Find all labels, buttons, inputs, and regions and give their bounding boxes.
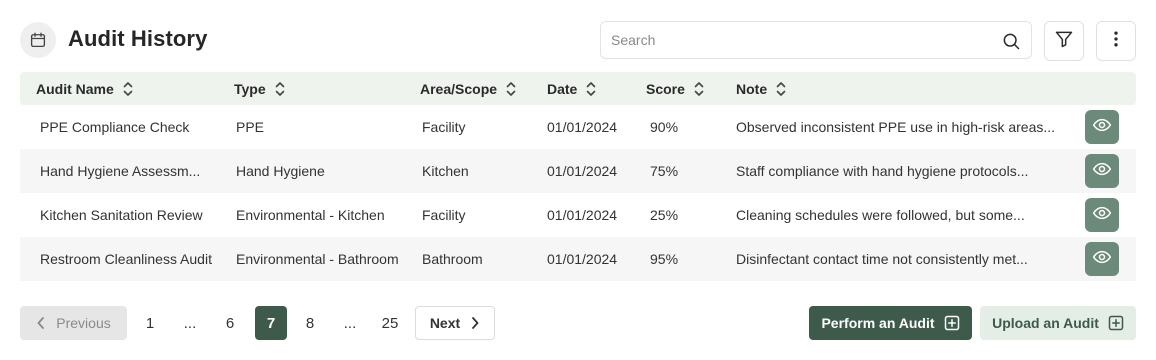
date-cell: 01/01/2024 [547, 119, 618, 135]
score-cell: 25% [650, 207, 679, 223]
score-cell: 90% [650, 119, 679, 135]
eye-icon [1092, 159, 1112, 184]
audit-name-cell: Hand Hygiene Assessm... [40, 163, 201, 179]
next-button[interactable]: Next [415, 306, 495, 340]
area-cell: Facility [422, 119, 466, 135]
eye-icon [1092, 203, 1112, 228]
table-row: PPE Compliance Check PPE Facility 01/01/… [20, 105, 1136, 149]
column-header-score[interactable]: Score [646, 72, 704, 105]
previous-button[interactable]: Previous [20, 306, 127, 340]
next-label: Next [429, 315, 461, 331]
note-cell: Observed inconsistent PPE use in high-ri… [736, 119, 1056, 135]
page-8[interactable]: 8 [300, 306, 320, 340]
filter-button[interactable] [1044, 21, 1084, 61]
column-label: Score [646, 80, 685, 97]
table-row: Hand Hygiene Assessm... Hand Hygiene Kit… [20, 149, 1136, 193]
search-input[interactable] [611, 30, 991, 50]
type-cell: Environmental - Kitchen [236, 207, 385, 223]
perform-audit-label: Perform an Audit [821, 315, 935, 331]
previous-label: Previous [56, 315, 111, 331]
perform-audit-button[interactable]: Perform an Audit [809, 306, 972, 340]
column-header-audit-name[interactable]: Audit Name [36, 72, 133, 105]
date-cell: 01/01/2024 [547, 207, 618, 223]
score-cell: 75% [650, 163, 679, 179]
filter-icon [1054, 29, 1074, 54]
column-label: Audit Name [36, 80, 114, 97]
audit-name-cell: PPE Compliance Check [40, 119, 190, 135]
view-button[interactable] [1085, 110, 1119, 144]
type-cell: Environmental - Bathroom [236, 251, 399, 267]
sort-icon[interactable] [506, 81, 516, 97]
date-cell: 01/01/2024 [547, 251, 618, 267]
search-icon[interactable] [1001, 31, 1021, 56]
view-button[interactable] [1085, 154, 1119, 188]
sort-icon[interactable] [586, 81, 596, 97]
search-box[interactable] [600, 21, 1032, 59]
sort-icon[interactable] [275, 81, 285, 97]
column-label: Type [234, 80, 266, 97]
page-title: Audit History [68, 26, 208, 51]
page-25[interactable]: 25 [378, 306, 402, 340]
area-cell: Facility [422, 207, 466, 223]
chevron-right-icon [460, 316, 480, 330]
column-header-note[interactable]: Note [736, 72, 786, 105]
column-header-type[interactable]: Type [234, 72, 285, 105]
note-cell: Cleaning schedules were followed, but so… [736, 207, 1025, 223]
table-row: Kitchen Sanitation Review Environmental … [20, 193, 1136, 237]
page-1[interactable]: 1 [140, 306, 160, 340]
eye-icon [1092, 115, 1112, 140]
area-cell: Kitchen [422, 163, 469, 179]
column-header-area-scope[interactable]: Area/Scope [420, 72, 516, 105]
eye-icon [1092, 247, 1112, 272]
page-ellipsis: ... [183, 314, 197, 332]
area-cell: Bathroom [422, 251, 483, 267]
audit-name-cell: Restroom Cleanliness Audit [40, 251, 212, 267]
page-header: Audit History [20, 21, 1136, 61]
plus-square-icon [1099, 315, 1124, 331]
page-7-current[interactable]: 7 [255, 306, 287, 340]
date-cell: 01/01/2024 [547, 163, 618, 179]
more-vertical-icon [1106, 29, 1126, 54]
score-cell: 95% [650, 251, 679, 267]
type-cell: Hand Hygiene [236, 163, 325, 179]
column-label: Date [547, 80, 578, 97]
audit-table: Audit Name Type Area/Scope Date Score No… [20, 72, 1136, 281]
page-6[interactable]: 6 [220, 306, 240, 340]
chevron-left-icon [36, 316, 56, 330]
column-header-date[interactable]: Date [547, 72, 596, 105]
column-label: Note [736, 80, 768, 97]
page-ellipsis: ... [343, 314, 357, 332]
table-header-row: Audit Name Type Area/Scope Date Score No… [20, 72, 1136, 105]
view-button[interactable] [1085, 242, 1119, 276]
upload-audit-label: Upload an Audit [992, 315, 1099, 331]
more-options-button[interactable] [1096, 21, 1136, 61]
view-button[interactable] [1085, 198, 1119, 232]
sort-icon[interactable] [123, 81, 133, 97]
sort-icon[interactable] [694, 81, 704, 97]
calendar-icon [20, 22, 56, 58]
column-label: Area/Scope [420, 80, 498, 97]
audit-name-cell: Kitchen Sanitation Review [40, 207, 203, 223]
sort-icon[interactable] [776, 81, 786, 97]
note-cell: Disinfectant contact time not consistent… [736, 251, 1028, 267]
type-cell: PPE [236, 119, 265, 135]
table-row: Restroom Cleanliness Audit Environmental… [20, 237, 1136, 281]
plus-square-icon [935, 315, 960, 331]
upload-audit-button[interactable]: Upload an Audit [980, 306, 1136, 340]
note-cell: Staff compliance with hand hygiene proto… [736, 163, 1029, 179]
